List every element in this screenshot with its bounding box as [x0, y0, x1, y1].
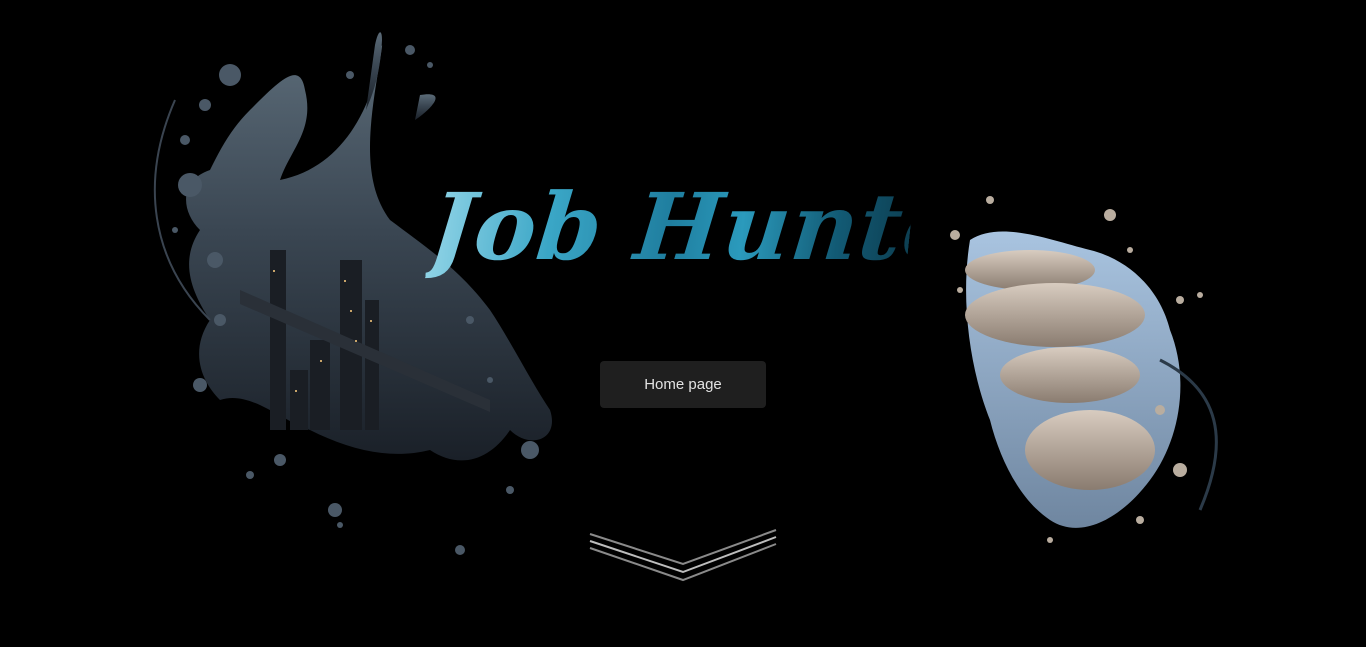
job-hunter-logo: Job Hunter [424, 172, 1018, 292]
hero-section: Job Hunter Home page [0, 0, 1366, 647]
chevron-down-triple-icon[interactable] [588, 526, 778, 584]
home-page-button[interactable]: Home page [600, 361, 766, 408]
